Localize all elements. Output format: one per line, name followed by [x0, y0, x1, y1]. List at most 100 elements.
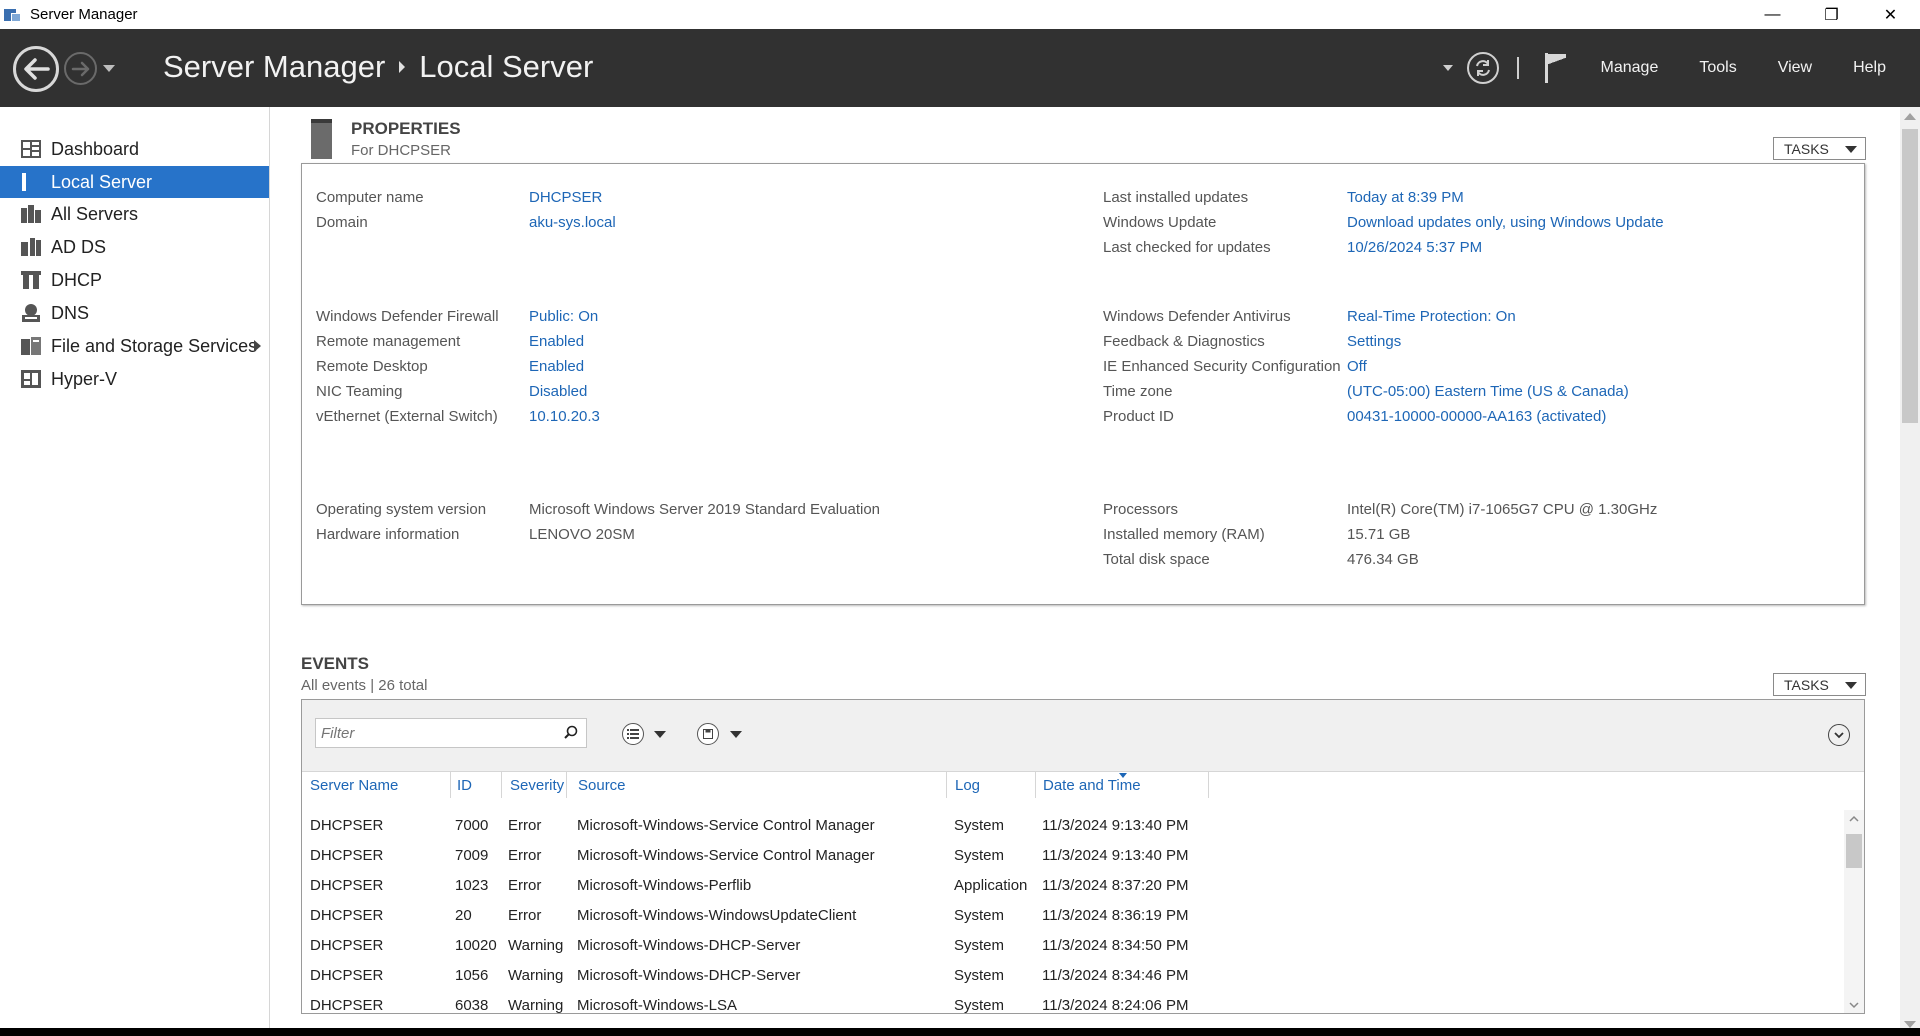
- menu-help[interactable]: Help: [1853, 59, 1886, 77]
- dropdown-arrow-icon: [1845, 682, 1857, 689]
- prop-value-product-id[interactable]: 00431-10000-00000-AA163 (activated): [1347, 408, 1606, 425]
- query-options-button[interactable]: [622, 723, 644, 745]
- scroll-up-icon[interactable]: [1904, 113, 1916, 120]
- prop-value-domain[interactable]: aku-sys.local: [529, 214, 616, 231]
- prop-label-nic-teaming: NIC Teaming: [316, 383, 403, 400]
- cell-id: 10020: [455, 937, 497, 954]
- events-tasks-button[interactable]: TASKS: [1773, 673, 1866, 696]
- prop-label-feedback: Feedback & Diagnostics: [1103, 333, 1265, 350]
- breadcrumb-root[interactable]: Server Manager: [163, 49, 385, 85]
- menu-view[interactable]: View: [1778, 59, 1812, 77]
- refresh-dropdown[interactable]: [1442, 65, 1453, 71]
- main-vertical-scrollbar[interactable]: [1900, 107, 1920, 1036]
- cell-log: System: [954, 967, 1005, 984]
- column-divider[interactable]: [450, 772, 451, 798]
- list-icon: [627, 729, 639, 739]
- sidebar-item-all-servers[interactable]: All Servers: [0, 198, 269, 230]
- chevron-right-icon[interactable]: [254, 340, 261, 352]
- refresh-button[interactable]: [1466, 52, 1499, 84]
- prop-value-computer-name[interactable]: DHCPSER: [529, 189, 602, 206]
- prop-value-feedback[interactable]: Settings: [1347, 333, 1401, 350]
- search-icon[interactable]: [564, 725, 578, 739]
- properties-tasks-button[interactable]: TASKS: [1773, 137, 1866, 160]
- column-divider[interactable]: [566, 772, 567, 798]
- scroll-thumb[interactable]: [1846, 834, 1862, 868]
- prop-value-vethernet[interactable]: 10.10.20.3: [529, 408, 600, 425]
- prop-label-disk-space: Total disk space: [1103, 551, 1210, 568]
- sidebar-item-dashboard[interactable]: Dashboard: [0, 133, 269, 165]
- window-title: Server Manager: [30, 6, 138, 23]
- properties-server-icon: [311, 119, 332, 159]
- prop-value-antivirus[interactable]: Real-Time Protection: On: [1347, 308, 1516, 325]
- scroll-thumb[interactable]: [1902, 129, 1918, 423]
- prop-value-remote-management[interactable]: Enabled: [529, 333, 584, 350]
- sort-descending-icon: [1119, 773, 1127, 778]
- menu-tools[interactable]: Tools: [1699, 59, 1736, 77]
- prop-label-processors: Processors: [1103, 501, 1179, 518]
- column-header-id[interactable]: ID: [457, 777, 472, 794]
- sidebar-item-ad-ds[interactable]: AD DS: [0, 231, 269, 263]
- cell-id: 7009: [455, 847, 489, 864]
- prop-value-last-checked[interactable]: 10/26/2024 5:37 PM: [1347, 239, 1482, 256]
- column-header-date-time[interactable]: Date and Time: [1043, 777, 1141, 794]
- query-options-dropdown[interactable]: [654, 731, 666, 738]
- breadcrumb-separator-icon: [399, 61, 406, 73]
- column-divider[interactable]: [501, 772, 502, 798]
- cell-date-time: 11/3/2024 8:24:06 PM: [1042, 997, 1189, 1013]
- column-header-severity[interactable]: Severity: [510, 777, 564, 794]
- all-servers-icon: [20, 204, 42, 224]
- sidebar-item-label: File and Storage Services: [51, 335, 258, 356]
- cell-severity: Error: [508, 907, 542, 924]
- scroll-down-icon[interactable]: [1849, 1002, 1859, 1009]
- prop-value-remote-desktop[interactable]: Enabled: [529, 358, 584, 375]
- sidebar-item-hyper-v[interactable]: Hyper-V: [0, 363, 269, 395]
- history-dropdown[interactable]: [103, 65, 115, 72]
- back-button[interactable]: [13, 46, 59, 92]
- column-divider[interactable]: [1035, 772, 1036, 798]
- menu-manage[interactable]: Manage: [1601, 59, 1659, 77]
- prop-label-last-checked: Last checked for updates: [1103, 239, 1271, 256]
- expand-collapse-button[interactable]: [1828, 724, 1850, 746]
- prop-value-ie-esc[interactable]: Off: [1347, 358, 1367, 375]
- minimize-button[interactable]: —: [1743, 0, 1802, 29]
- cell-server-name: DHCPSER: [310, 997, 384, 1013]
- column-header-server-name[interactable]: Server Name: [310, 777, 398, 794]
- scroll-down-icon[interactable]: [1904, 1021, 1916, 1028]
- cell-id: 1023: [455, 877, 489, 894]
- sidebar-item-file-storage[interactable]: File and Storage Services: [0, 330, 269, 362]
- sidebar-item-dns[interactable]: DNS: [0, 297, 269, 329]
- window-title-bar: Server Manager — ❐ ✕: [0, 0, 1920, 29]
- sidebar-item-dhcp[interactable]: DHCP: [0, 264, 269, 296]
- breadcrumb: Server Manager Local Server: [163, 49, 593, 85]
- column-header-source[interactable]: Source: [578, 777, 626, 794]
- cell-date-time: 11/3/2024 8:34:46 PM: [1042, 967, 1189, 984]
- column-header-log[interactable]: Log: [955, 777, 980, 794]
- cell-source: Microsoft-Windows-Perflib: [577, 877, 752, 894]
- restore-button[interactable]: ❐: [1802, 0, 1861, 29]
- notifications-flag-icon[interactable]: [1543, 53, 1569, 83]
- cell-source: Microsoft-Windows-DHCP-Server: [577, 937, 801, 954]
- cell-severity: Error: [508, 817, 542, 834]
- column-divider[interactable]: [1208, 772, 1209, 798]
- sidebar-item-label: All Servers: [51, 203, 139, 224]
- app-header: Server Manager Local Server Manage Tools…: [0, 29, 1920, 107]
- close-button[interactable]: ✕: [1861, 0, 1920, 29]
- prop-value-nic-teaming[interactable]: Disabled: [529, 383, 587, 400]
- prop-value-time-zone[interactable]: (UTC-05:00) Eastern Time (US & Canada): [1347, 383, 1629, 400]
- forward-button[interactable]: [64, 52, 97, 85]
- prop-value-firewall[interactable]: Public: On: [529, 308, 598, 325]
- prop-label-last-installed-updates: Last installed updates: [1103, 189, 1249, 206]
- column-divider[interactable]: [946, 772, 947, 798]
- events-vertical-scrollbar[interactable]: [1844, 810, 1864, 1013]
- scroll-up-icon[interactable]: [1849, 815, 1859, 822]
- save-query-button[interactable]: [697, 723, 719, 745]
- cell-log: System: [954, 937, 1005, 954]
- sidebar-item-local-server[interactable]: Local Server: [0, 166, 269, 198]
- prop-value-windows-update[interactable]: Download updates only, using Windows Upd…: [1347, 214, 1664, 231]
- save-query-dropdown[interactable]: [730, 731, 742, 738]
- prop-value-last-installed-updates[interactable]: Today at 8:39 PM: [1347, 189, 1464, 206]
- local-server-icon: [20, 172, 42, 192]
- events-filter-input[interactable]: [315, 718, 587, 748]
- prop-value-processors: Intel(R) Core(TM) i7-1065G7 CPU @ 1.30GH…: [1347, 501, 1658, 518]
- properties-title: PROPERTIES: [351, 119, 461, 138]
